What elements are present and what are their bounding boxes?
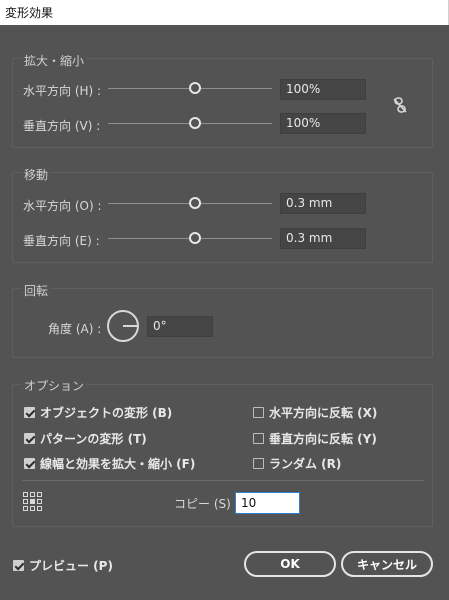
random-label: ランダム (R) (269, 457, 342, 471)
slider-thumb[interactable] (189, 82, 201, 94)
move-vertical-label: 垂直方向 (E) : (23, 234, 100, 248)
checkbox-box[interactable] (253, 433, 264, 444)
options-group-label: オプション (22, 377, 87, 394)
checkbox-box[interactable] (13, 560, 24, 571)
move-vertical-slider[interactable] (108, 232, 272, 244)
reflect-y-label: 垂直方向に反転 (Y) (269, 432, 377, 446)
preview-label: プレビュー (P) (29, 559, 113, 573)
scale-horizontal-label: 水平方向 (H) : (23, 84, 102, 98)
random-checkbox[interactable]: ランダム (R) (253, 455, 341, 472)
checkbox-box[interactable] (253, 407, 264, 418)
scale-vertical-input[interactable]: 100% (280, 113, 366, 134)
transform-patterns-checkbox[interactable]: パターンの変形 (T) (24, 430, 147, 447)
scale-vertical-label: 垂直方向 (V) : (23, 119, 101, 133)
transform-objects-label: オブジェクトの変形 (B) (40, 406, 173, 420)
reference-point-icon[interactable] (23, 492, 42, 511)
checkbox-box[interactable] (253, 458, 264, 469)
move-vertical-input[interactable]: 0.3 mm (280, 228, 366, 249)
slider-thumb[interactable] (189, 232, 201, 244)
move-horizontal-slider[interactable] (108, 197, 272, 209)
angle-dial-icon[interactable] (106, 309, 140, 343)
reflect-x-label: 水平方向に反転 (X) (269, 406, 378, 420)
reflect-y-checkbox[interactable]: 垂直方向に反転 (Y) (253, 430, 377, 447)
scale-strokes-checkbox[interactable]: 線幅と効果を拡大・縮小 (F) (24, 455, 195, 472)
link-broken-icon[interactable] (392, 96, 408, 114)
scale-group (12, 58, 433, 148)
checkbox-box[interactable] (24, 407, 35, 418)
options-divider (22, 480, 424, 481)
angle-label: 角度 (A) : (48, 322, 102, 336)
checkbox-box[interactable] (24, 433, 35, 444)
title-bar: 変形効果 (0, 0, 449, 25)
checkbox-box[interactable] (24, 458, 35, 469)
move-group (12, 172, 433, 263)
window-title: 変形効果 (5, 6, 54, 20)
ok-button[interactable]: OK (244, 551, 336, 577)
scale-horizontal-slider[interactable] (108, 82, 272, 94)
move-horizontal-label: 水平方向 (O) : (23, 199, 102, 213)
copies-input[interactable]: 10 (235, 492, 300, 514)
transform-objects-checkbox[interactable]: オブジェクトの変形 (B) (24, 404, 172, 421)
move-group-label: 移動 (22, 166, 51, 183)
angle-input[interactable]: 0° (147, 316, 213, 337)
move-horizontal-input[interactable]: 0.3 mm (280, 193, 366, 214)
scale-group-label: 拡大・縮小 (22, 52, 87, 69)
scale-strokes-label: 線幅と効果を拡大・縮小 (F) (40, 457, 196, 471)
reflect-x-checkbox[interactable]: 水平方向に反転 (X) (253, 404, 377, 421)
scale-vertical-slider[interactable] (108, 117, 272, 129)
slider-thumb[interactable] (189, 197, 201, 209)
slider-thumb[interactable] (189, 117, 201, 129)
preview-checkbox[interactable]: プレビュー (P) (13, 557, 113, 574)
cancel-button[interactable]: キャンセル (341, 551, 433, 577)
transform-patterns-label: パターンの変形 (T) (40, 432, 147, 446)
copies-label: コピー (S) (174, 497, 231, 511)
rotate-group-label: 回転 (22, 282, 51, 299)
scale-horizontal-input[interactable]: 100% (280, 79, 366, 100)
